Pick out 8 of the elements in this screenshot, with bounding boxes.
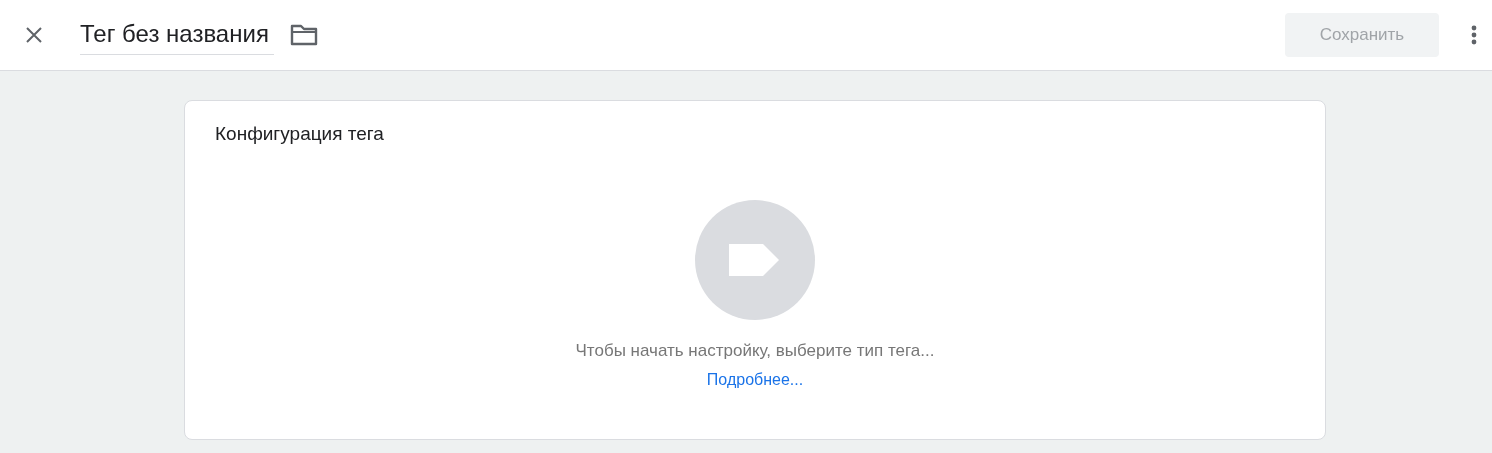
more-menu-icon[interactable]	[1471, 25, 1477, 45]
folder-icon[interactable]	[290, 23, 318, 47]
hint-text: Чтобы начать настройку, выберите тип тега...	[575, 341, 935, 361]
tag-icon	[695, 200, 815, 320]
card-title: Конфигурация тега	[215, 123, 385, 145]
learn-more-link[interactable]: Подробнее...	[706, 371, 804, 389]
close-icon[interactable]	[24, 25, 44, 45]
tag-name-field[interactable]: Тег без названия	[80, 15, 274, 55]
